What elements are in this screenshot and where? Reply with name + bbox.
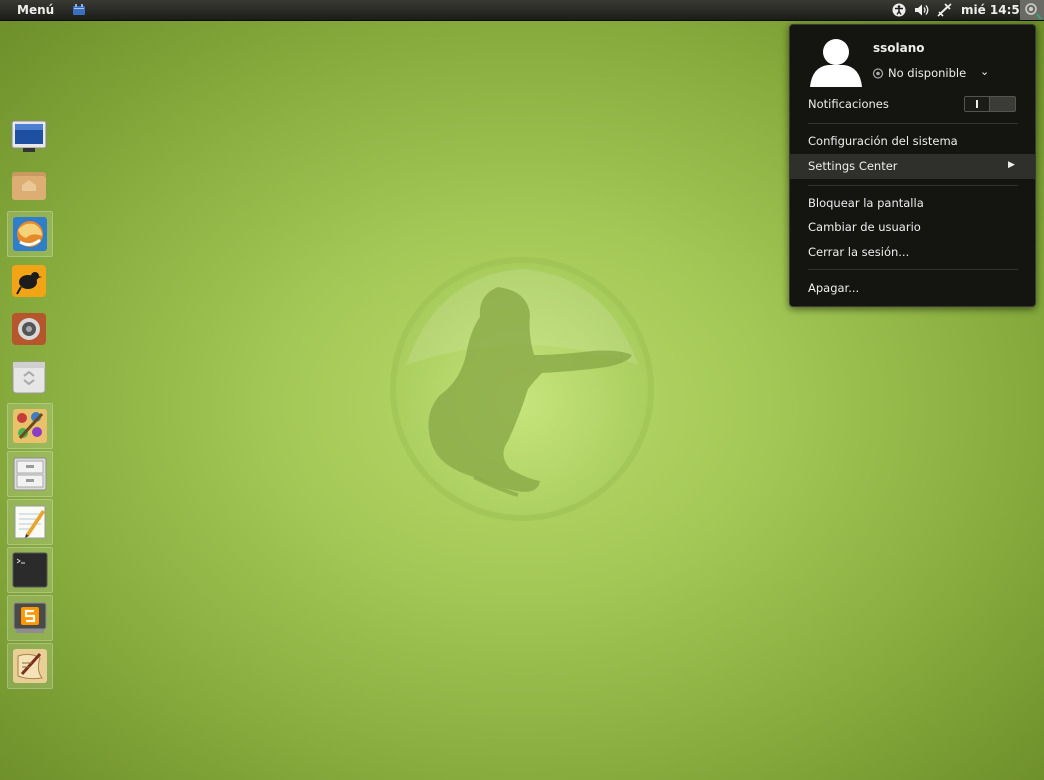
launcher-monitor[interactable]	[7, 115, 51, 159]
username-label: ssolano	[873, 41, 925, 55]
menu-item-lock-screen[interactable]: Bloquear la pantalla	[808, 196, 924, 210]
paint-app-icon	[13, 409, 47, 443]
unavailable-status-icon	[872, 67, 884, 79]
menu-item-switch-user[interactable]: Cambiar de usuario	[808, 220, 921, 234]
separator	[808, 269, 1018, 270]
separator	[808, 123, 1018, 124]
launcher-trash[interactable]	[7, 355, 51, 399]
menu-item-system-settings[interactable]: Configuración del sistema	[808, 134, 958, 148]
monitor-icon	[11, 120, 47, 152]
user-menu-popup: ssolano No disponible ⌄ Notificaciones C…	[789, 24, 1036, 307]
launcher-home-folder[interactable]	[7, 163, 51, 207]
terminal-icon	[12, 552, 48, 588]
network-icon[interactable]	[937, 3, 952, 17]
launcher-music-player[interactable]	[7, 307, 51, 351]
settings-center-label: Settings Center	[808, 159, 898, 173]
launcher-text-editor[interactable]	[7, 499, 53, 545]
separator	[808, 185, 1018, 186]
clock[interactable]: mié 14:52	[961, 2, 1028, 18]
accessibility-icon[interactable]	[892, 3, 906, 17]
home-folder-icon	[12, 172, 46, 200]
chevron-down-icon[interactable]: ⌄	[980, 65, 989, 78]
launcher-terminal[interactable]	[7, 547, 53, 593]
applications-menu-button[interactable]: Menú	[17, 2, 54, 18]
toggle-knob	[965, 97, 990, 111]
launcher-sublime-text[interactable]	[7, 595, 53, 641]
launcher-scratch-editor[interactable]	[7, 643, 53, 689]
launcher-paint-app[interactable]	[7, 403, 53, 449]
user-status-tray-button[interactable]	[1020, 0, 1044, 20]
volume-icon[interactable]	[914, 3, 930, 17]
status-selector[interactable]: No disponible	[872, 66, 966, 80]
web-browser-icon	[13, 217, 47, 251]
notifications-label: Notificaciones	[808, 97, 889, 111]
user-status-icon	[1025, 3, 1042, 20]
launcher-file-cabinet[interactable]	[7, 451, 53, 497]
menu-item-settings-center[interactable]: Settings Center ▶	[790, 154, 1035, 179]
text-editor-icon	[14, 505, 46, 539]
mail-client-icon	[12, 265, 46, 297]
notifications-toggle[interactable]	[964, 96, 1016, 112]
scratch-editor-icon	[13, 649, 47, 683]
distribution-logo	[390, 257, 654, 521]
music-player-icon	[12, 313, 46, 345]
file-cabinet-icon	[13, 457, 47, 491]
menu-item-power-off[interactable]: Apagar...	[808, 281, 859, 295]
user-avatar-icon	[810, 39, 862, 87]
menu-item-log-out[interactable]: Cerrar la sesión...	[808, 245, 909, 259]
launcher-mail-client[interactable]	[7, 259, 51, 303]
panel-app-icon[interactable]	[73, 4, 85, 15]
top-panel: Menú mié 14:52	[0, 0, 1044, 21]
launcher-web-browser[interactable]	[7, 211, 53, 257]
status-label: No disponible	[888, 66, 967, 80]
submenu-arrow-icon: ▶	[1008, 160, 1015, 170]
sublime-text-icon	[13, 602, 47, 633]
trash-icon	[12, 361, 46, 394]
